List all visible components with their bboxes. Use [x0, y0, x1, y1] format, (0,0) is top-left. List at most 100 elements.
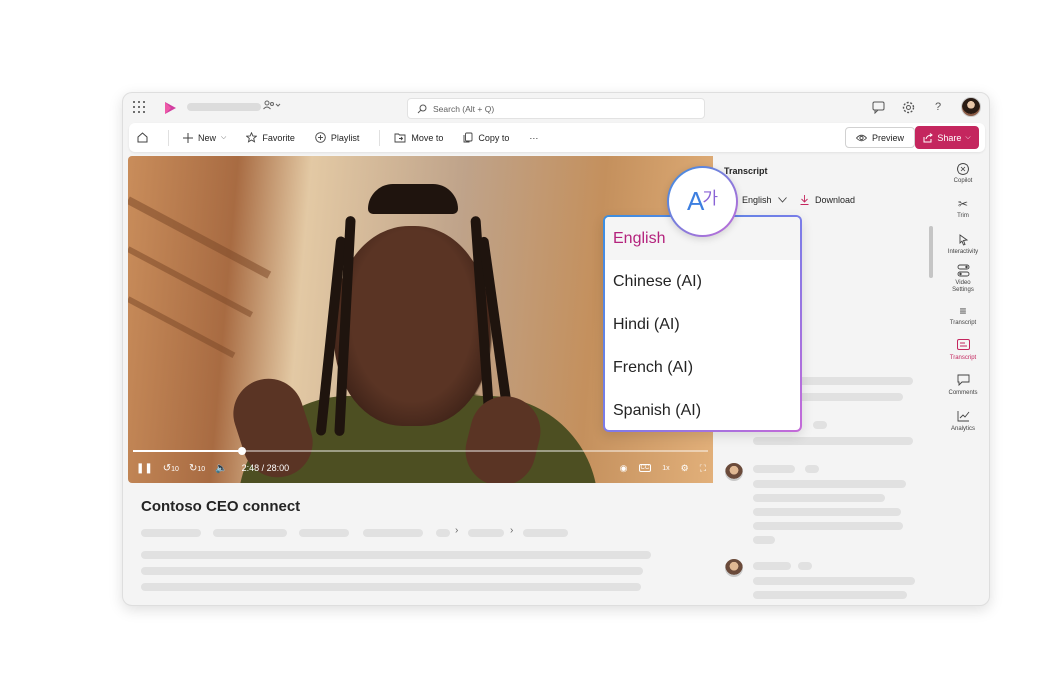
share-icon — [923, 132, 934, 142]
breadcrumb-placeholder — [523, 529, 568, 537]
move-to-button[interactable]: Move to — [394, 132, 443, 143]
settings-gear-icon[interactable] — [901, 100, 915, 114]
scissors-icon: ✂ — [957, 197, 969, 211]
transcript-line-placeholder — [753, 591, 907, 599]
header-actions: ? — [871, 97, 981, 117]
metadata-placeholder — [363, 529, 423, 537]
copy-to-button[interactable]: Copy to — [463, 132, 509, 143]
cursor-click-icon — [941, 233, 985, 247]
playlist-label: Playlist — [330, 132, 360, 143]
settings-gear-icon[interactable]: ⚙ — [681, 463, 689, 474]
transcript-line-placeholder — [753, 494, 885, 502]
help-icon[interactable]: ? — [931, 100, 945, 114]
divider — [379, 129, 381, 146]
move-to-label: Move to — [411, 132, 444, 143]
more-icon: ··· — [529, 132, 539, 143]
analytics-chart-icon — [941, 410, 985, 424]
speaker-avatar — [725, 463, 743, 481]
search-placeholder: Search (Alt + Q) — [433, 103, 495, 114]
favorite-label: Favorite — [262, 132, 295, 143]
rail-item-interactivity[interactable]: Interactivity — [941, 233, 985, 256]
description-placeholder — [141, 583, 641, 591]
transcript-time-placeholder — [798, 562, 812, 570]
metadata-placeholder — [213, 529, 287, 537]
player-controls: ❚❚ ↺10 ↻10 🔈 2:48 / 28:00 ◉ CC 1x ⚙ ⛶ — [136, 460, 706, 476]
home-icon — [137, 132, 148, 143]
add-circle-icon — [315, 132, 326, 143]
metadata-placeholder — [141, 529, 201, 537]
background-staircase — [128, 196, 272, 279]
new-label: New — [198, 132, 217, 143]
rail-item-analytics[interactable]: Analytics — [941, 410, 985, 433]
seek-bar[interactable] — [133, 447, 708, 455]
description-placeholder — [141, 551, 651, 559]
chevron-right-icon: › — [510, 525, 514, 536]
rail-label: Transcript — [949, 320, 977, 326]
divider — [168, 129, 169, 146]
description-placeholder — [141, 567, 643, 575]
home-button[interactable] — [137, 132, 148, 143]
player-controls-right: ◉ CC 1x ⚙ ⛶ — [620, 463, 706, 474]
pause-button[interactable]: ❚❚ — [136, 463, 153, 474]
feedback-icon[interactable] — [871, 100, 885, 114]
rail-label: Interactivity — [947, 249, 979, 255]
new-button[interactable]: New ⌵ — [183, 132, 226, 143]
speaker-view-icon[interactable]: ◉ — [620, 463, 628, 474]
rail-item-trim[interactable]: ✂ Trim — [941, 197, 985, 220]
language-option-chinese[interactable]: Chinese (AI) — [605, 260, 800, 303]
right-rail: Copilot ✂ Trim Interactivity Video Setti… — [941, 156, 985, 596]
file-name-placeholder — [187, 103, 261, 111]
transcript-icon — [941, 339, 985, 353]
favorite-button[interactable]: Favorite — [246, 132, 295, 143]
volume-icon[interactable]: 🔈 — [215, 463, 227, 474]
star-icon — [246, 132, 258, 143]
copy-to-label: Copy to — [478, 132, 510, 143]
captions-icon[interactable]: CC — [638, 464, 652, 472]
folder-move-icon — [394, 133, 406, 143]
speaker-face — [334, 226, 490, 426]
rail-item-chapters[interactable]: ≡ Transcript — [941, 304, 985, 327]
language-dropdown[interactable]: English Chinese (AI) Hindi (AI) French (… — [603, 215, 802, 432]
rewind-10-button[interactable]: ↺10 — [163, 463, 179, 474]
more-options-button[interactable]: ··· — [529, 133, 538, 143]
copilot-icon — [941, 162, 985, 176]
rail-item-comments[interactable]: Comments — [941, 374, 985, 397]
translate-icon-korean: 가 — [702, 189, 718, 208]
transcript-line-placeholder — [753, 577, 915, 585]
preview-label: Preview — [871, 132, 904, 143]
preview-button[interactable]: Preview — [844, 127, 915, 148]
share-status-icon[interactable] — [263, 100, 283, 113]
playlist-button[interactable]: Playlist — [315, 132, 360, 143]
download-button[interactable]: Download — [800, 195, 855, 205]
search-input[interactable]: Search (Alt + Q) — [407, 98, 705, 119]
rail-item-video-settings[interactable]: Video Settings — [941, 264, 985, 294]
rail-label: Transcript — [949, 355, 977, 361]
search-icon — [417, 104, 427, 113]
top-bar: Search (Alt + Q) ? — [123, 93, 989, 123]
seek-bar-progress — [133, 450, 243, 452]
transcript-line-placeholder — [753, 536, 775, 544]
metadata-placeholder — [299, 529, 349, 537]
playback-speed-button[interactable]: 1x — [662, 465, 669, 472]
fullscreen-icon[interactable]: ⛶ — [700, 463, 706, 474]
transcript-name-placeholder — [753, 465, 795, 473]
language-option-hindi[interactable]: Hindi (AI) — [605, 303, 800, 346]
language-option-french[interactable]: French (AI) — [605, 346, 800, 389]
language-selector[interactable]: English — [742, 195, 787, 205]
speaker-hair — [368, 184, 458, 214]
rail-item-copilot[interactable]: Copilot — [941, 162, 985, 185]
share-label: Share — [937, 132, 962, 143]
user-avatar[interactable] — [961, 97, 981, 117]
share-button[interactable]: Share ⌵ — [915, 126, 979, 149]
app-window: Search (Alt + Q) ? New ⌵ Favorite Playli… — [122, 92, 990, 606]
chevron-down-icon: ⌵ — [965, 133, 971, 141]
transcript-scrollbar[interactable] — [929, 226, 933, 278]
forward-10-button[interactable]: ↻10 — [189, 463, 205, 474]
app-launcher-icon[interactable] — [133, 101, 145, 113]
rail-item-transcript[interactable]: Transcript — [941, 339, 985, 362]
plus-icon — [183, 132, 193, 143]
language-option-spanish[interactable]: Spanish (AI) — [605, 389, 800, 430]
command-bar: New ⌵ Favorite Playlist Move to Copy to … — [129, 123, 985, 152]
rail-label: Video Settings — [952, 280, 974, 293]
eye-icon — [855, 134, 867, 141]
